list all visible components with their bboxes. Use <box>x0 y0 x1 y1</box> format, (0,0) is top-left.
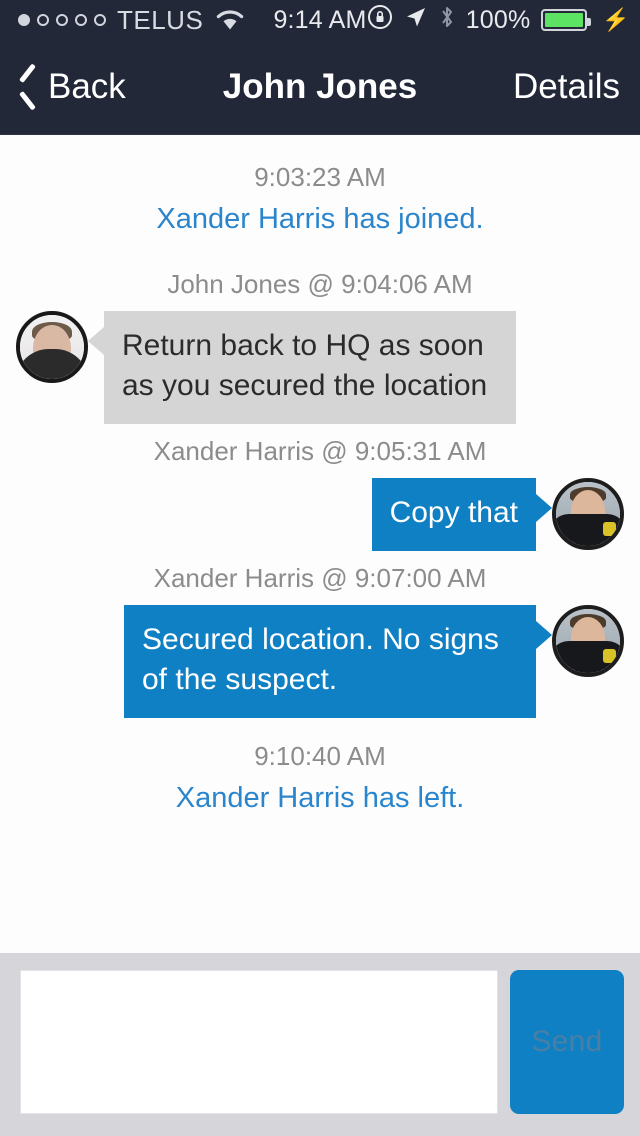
battery-icon <box>541 9 592 31</box>
message-meta: Xander Harris @ 9:07:00 AM <box>153 563 487 593</box>
message-outgoing: Xander Harris @ 9:05:31 AM Copy that <box>0 430 640 551</box>
composer-toolbar: Send <box>0 953 640 1136</box>
status-bar: TELUS 9:14 AM 100% ⚡ <box>0 0 640 40</box>
system-event-text: Xander Harris has joined. <box>156 203 484 235</box>
avatar[interactable] <box>552 478 624 550</box>
message-bubble[interactable]: Copy that <box>371 478 536 551</box>
send-button[interactable]: Send <box>510 969 624 1114</box>
details-button[interactable]: Details <box>513 67 640 107</box>
system-event-text: Xander Harris has left. <box>175 782 465 814</box>
message-row: Return back to HQ as soon as you secured… <box>0 311 640 424</box>
avatar[interactable] <box>16 311 88 383</box>
message-bubble[interactable]: Return back to HQ as soon as you secured… <box>104 311 516 424</box>
officer-avatar-icon <box>556 482 620 546</box>
status-bar-right: 100% ⚡ <box>367 4 640 37</box>
status-bar-left: TELUS <box>0 5 245 36</box>
message-row: Copy that <box>0 478 640 551</box>
avatar[interactable] <box>552 605 624 677</box>
carrier-label: TELUS <box>117 4 204 35</box>
message-row: Secured location. No signs of the suspec… <box>0 605 640 718</box>
message-input[interactable] <box>20 969 498 1114</box>
bubble-tail-right <box>536 605 552 677</box>
system-event: 9:03:23 AM Xander Harris has joined. <box>0 157 640 241</box>
location-arrow-icon <box>404 5 428 36</box>
bubble-wrap: Return back to HQ as soon as you secured… <box>88 311 516 424</box>
civilian-avatar-icon <box>20 315 84 379</box>
back-button-label: Back <box>48 67 126 106</box>
message-list[interactable]: 9:03:23 AM Xander Harris has joined. Joh… <box>0 135 640 953</box>
back-button[interactable]: Back <box>0 67 126 107</box>
message-outgoing: Xander Harris @ 9:07:00 AM Secured locat… <box>0 557 640 718</box>
bluetooth-icon <box>439 4 455 37</box>
chevron-left-icon <box>16 70 38 104</box>
bubble-tail-right <box>536 478 552 550</box>
message-incoming: John Jones @ 9:04:06 AM Return back to H… <box>0 263 640 424</box>
system-event-time: 9:03:23 AM <box>254 162 386 192</box>
message-bubble[interactable]: Secured location. No signs of the suspec… <box>124 605 536 718</box>
rotation-lock-icon <box>367 4 393 37</box>
system-event-time: 9:10:40 AM <box>254 741 386 771</box>
message-meta: Xander Harris @ 9:05:31 AM <box>153 436 487 466</box>
bubble-tail-left <box>88 311 104 383</box>
charging-bolt-icon: ⚡ <box>602 7 630 32</box>
chat-screen: TELUS 9:14 AM 100% ⚡ Back John Jones Det… <box>0 0 640 1136</box>
bubble-wrap: Copy that <box>371 478 552 551</box>
navigation-bar: Back John Jones Details <box>0 40 640 135</box>
signal-strength-icon <box>18 14 106 26</box>
message-meta: John Jones @ 9:04:06 AM <box>167 269 473 299</box>
bubble-wrap: Secured location. No signs of the suspec… <box>124 605 552 718</box>
wifi-icon <box>215 9 245 31</box>
system-event: 9:10:40 AM Xander Harris has left. <box>0 736 640 820</box>
battery-percent-label: 100% <box>465 5 531 34</box>
officer-avatar-icon <box>556 609 620 673</box>
